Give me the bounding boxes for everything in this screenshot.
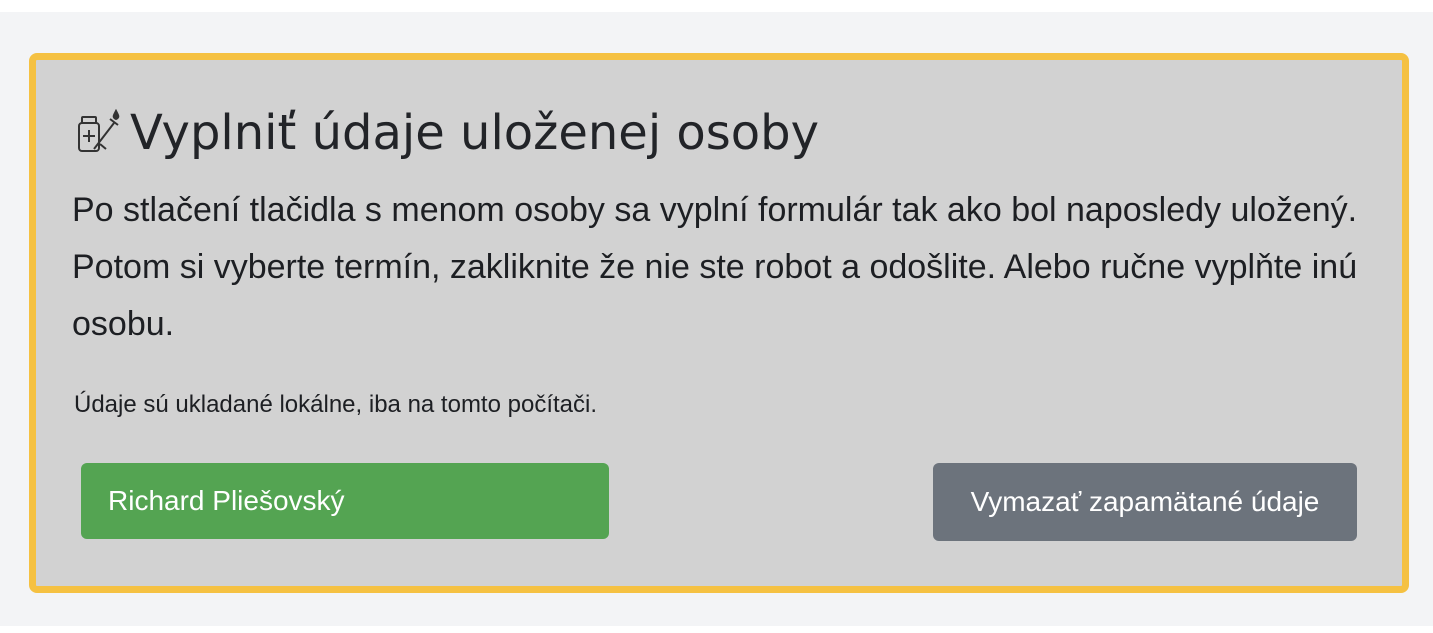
- panel-title: Vyplniť údaje uloženej osoby: [74, 102, 819, 161]
- clear-saved-data-button[interactable]: Vymazať zapamätané údaje: [933, 463, 1357, 541]
- storage-note: Údaje sú ukladané lokálne, iba na tomto …: [74, 391, 597, 418]
- saved-person-button[interactable]: Richard Pliešovský: [81, 463, 609, 539]
- panel-title-text: Vyplniť údaje uloženej osoby: [130, 105, 820, 161]
- vaccine-syringe-icon: [74, 108, 122, 157]
- saved-person-panel: Vyplniť údaje uloženej osoby Po stlačení…: [29, 53, 1409, 593]
- panel-description: Po stlačení tlačidla s menom osoby sa vy…: [72, 191, 1358, 343]
